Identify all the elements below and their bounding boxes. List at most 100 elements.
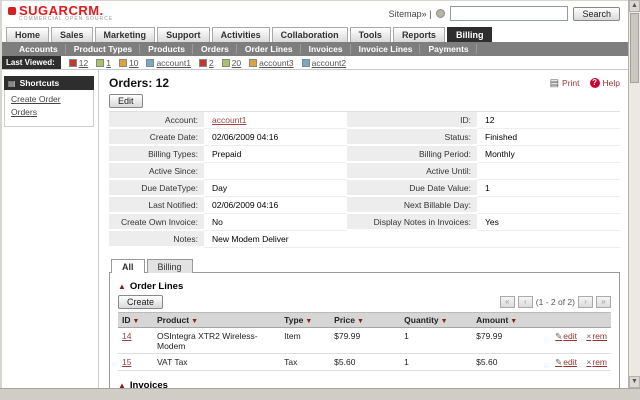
- shortcuts-list: Create Order Orders: [4, 90, 94, 127]
- sugarcrm-logo[interactable]: SUGARCRM. COMMERCIAL OPEN SOURCE: [8, 4, 114, 22]
- tab-support[interactable]: Support: [157, 27, 210, 42]
- edit-row-link[interactable]: ✎edit: [555, 357, 577, 367]
- tab-sales[interactable]: Sales: [51, 27, 93, 42]
- module-icon: [146, 58, 155, 67]
- page-prev-button[interactable]: ‹: [517, 296, 533, 308]
- subnav-order-lines[interactable]: Order Lines: [238, 44, 301, 54]
- order-line-id-link[interactable]: 14: [122, 331, 131, 341]
- notes-label: Notes:: [109, 231, 204, 248]
- scroll-up-icon[interactable]: ▲: [629, 0, 640, 12]
- column-header-amount[interactable]: Amount ▼: [472, 312, 545, 328]
- module-icon: [118, 58, 127, 67]
- field-label: Create Date:: [109, 129, 204, 146]
- column-header-id[interactable]: ID ▼: [118, 312, 153, 328]
- tab-collaboration[interactable]: Collaboration: [271, 27, 348, 42]
- shortcut-orders[interactable]: Orders: [5, 105, 93, 118]
- order-lines-create-button[interactable]: Create: [118, 295, 164, 309]
- page-last-button[interactable]: »: [596, 296, 611, 308]
- tab-billing[interactable]: Billing: [446, 27, 493, 42]
- sort-icon: ▼: [356, 318, 364, 325]
- last-viewed-item[interactable]: 10: [118, 58, 138, 68]
- cell-price: $5.60: [330, 353, 401, 371]
- last-viewed-item[interactable]: account2: [301, 58, 346, 68]
- subnav-payments[interactable]: Payments: [421, 44, 477, 54]
- shortcuts-icon: ▤: [8, 78, 16, 88]
- field-label: Account:: [109, 112, 204, 129]
- sort-icon: ▼: [305, 318, 313, 325]
- field-value: 12: [477, 112, 620, 129]
- subnav-products[interactable]: Products: [141, 44, 193, 54]
- help-icon: ?: [589, 78, 600, 88]
- order-lines-header[interactable]: ▲ Order Lines: [118, 281, 611, 292]
- content: Orders: 12 ▤ Print ? Help Edit Account: …: [99, 70, 628, 388]
- status-bar: [0, 388, 640, 400]
- column-header-type[interactable]: Type ▼: [280, 312, 331, 328]
- collapse-icon[interactable]: ▲: [118, 282, 126, 291]
- sidebar: ▤ Shortcuts Create Order Orders: [2, 70, 99, 388]
- field-label: Due DateType:: [109, 180, 204, 197]
- logo-tagline: COMMERCIAL OPEN SOURCE: [19, 16, 114, 22]
- search-input[interactable]: [450, 6, 569, 21]
- page-tools: ▤ Print ? Help: [550, 78, 620, 89]
- cell-amount: $5.60: [472, 353, 545, 371]
- scrollbar[interactable]: ▲ ▼: [628, 0, 640, 388]
- last-viewed-item[interactable]: 2: [198, 58, 214, 68]
- pagination-text: (1 - 2 of 2): [535, 297, 575, 307]
- field-label: ID:: [347, 112, 477, 129]
- scroll-down-icon[interactable]: ▼: [629, 376, 640, 388]
- module-icon: [198, 58, 207, 67]
- subnav-product-types[interactable]: Product Types: [67, 44, 141, 54]
- subnav-accounts[interactable]: Accounts: [12, 44, 66, 54]
- view-tab-billing[interactable]: Billing: [146, 259, 193, 273]
- field-value: Finished: [477, 129, 620, 146]
- order-lines-pagination: « ‹ (1 - 2 of 2) › »: [499, 296, 611, 308]
- field-label: Next Billable Day:: [347, 197, 477, 214]
- account-link[interactable]: account1: [212, 115, 247, 125]
- shortcut-create-order[interactable]: Create Order: [5, 92, 93, 105]
- collapse-icon[interactable]: ▲: [118, 381, 126, 388]
- subnav-invoices[interactable]: Invoices: [302, 44, 351, 54]
- remove-row-link[interactable]: ×rem: [586, 357, 607, 367]
- view-tab-bar: All Billing: [109, 258, 620, 273]
- page-next-button[interactable]: ›: [578, 296, 593, 308]
- last-viewed-item[interactable]: account3: [249, 58, 294, 68]
- column-header-quantity[interactable]: Quantity ▼: [400, 312, 473, 328]
- subnav-orders[interactable]: Orders: [194, 44, 237, 54]
- order-detail: Account: account1 ID: 12 Create Date: 02…: [109, 111, 620, 248]
- table-row: 14 OSIntegra XTR2 Wireless-Modem Item $7…: [118, 327, 611, 354]
- field-value: [477, 197, 620, 214]
- field-label: Due Date Value:: [347, 180, 477, 197]
- order-lines-table: ID ▼ Product ▼ Type ▼ Price ▼ Quantity ▼ Amou…: [118, 312, 611, 371]
- sitemap-link[interactable]: Sitemap» |: [389, 9, 432, 19]
- tab-marketing[interactable]: Marketing: [94, 27, 156, 42]
- scrollbar-thumb[interactable]: [630, 13, 639, 83]
- module-tab-bar: Home Sales Marketing Support Activities …: [2, 25, 628, 42]
- last-viewed-item[interactable]: account1: [146, 58, 191, 68]
- field-value: 02/06/2009 04:16: [204, 129, 347, 146]
- last-viewed-item[interactable]: 12: [68, 58, 88, 68]
- last-viewed-item[interactable]: 1: [96, 58, 111, 68]
- cell-quantity: 1: [400, 327, 473, 354]
- field-label: Create Own Invoice:: [109, 214, 204, 231]
- field-value: Day: [204, 180, 347, 197]
- last-viewed-item[interactable]: 20: [221, 58, 241, 68]
- invoices-header[interactable]: ▲ Invoices: [118, 380, 611, 388]
- tab-home[interactable]: Home: [6, 27, 50, 42]
- column-header-price[interactable]: Price ▼: [330, 312, 401, 328]
- notification-icon[interactable]: [436, 9, 446, 18]
- page-first-button[interactable]: «: [499, 296, 515, 308]
- help-link[interactable]: ? Help: [589, 78, 620, 88]
- order-line-id-link[interactable]: 15: [122, 357, 131, 367]
- view-tab-all[interactable]: All: [111, 259, 145, 273]
- edit-row-link[interactable]: ✎edit: [555, 331, 577, 341]
- tab-tools[interactable]: Tools: [349, 27, 391, 42]
- subnav-invoice-lines[interactable]: Invoice Lines: [352, 44, 421, 54]
- print-link[interactable]: ▤ Print: [550, 78, 580, 89]
- column-header-product[interactable]: Product ▼: [153, 312, 281, 328]
- tab-activities[interactable]: Activities: [211, 27, 270, 42]
- tab-reports[interactable]: Reports: [392, 27, 445, 42]
- last-viewed-bar: Last Viewed: 12 1 10 account1 2 20 accou…: [2, 56, 628, 70]
- search-button[interactable]: Search: [573, 6, 620, 21]
- remove-row-link[interactable]: ×rem: [586, 331, 607, 341]
- edit-button[interactable]: Edit: [109, 94, 143, 108]
